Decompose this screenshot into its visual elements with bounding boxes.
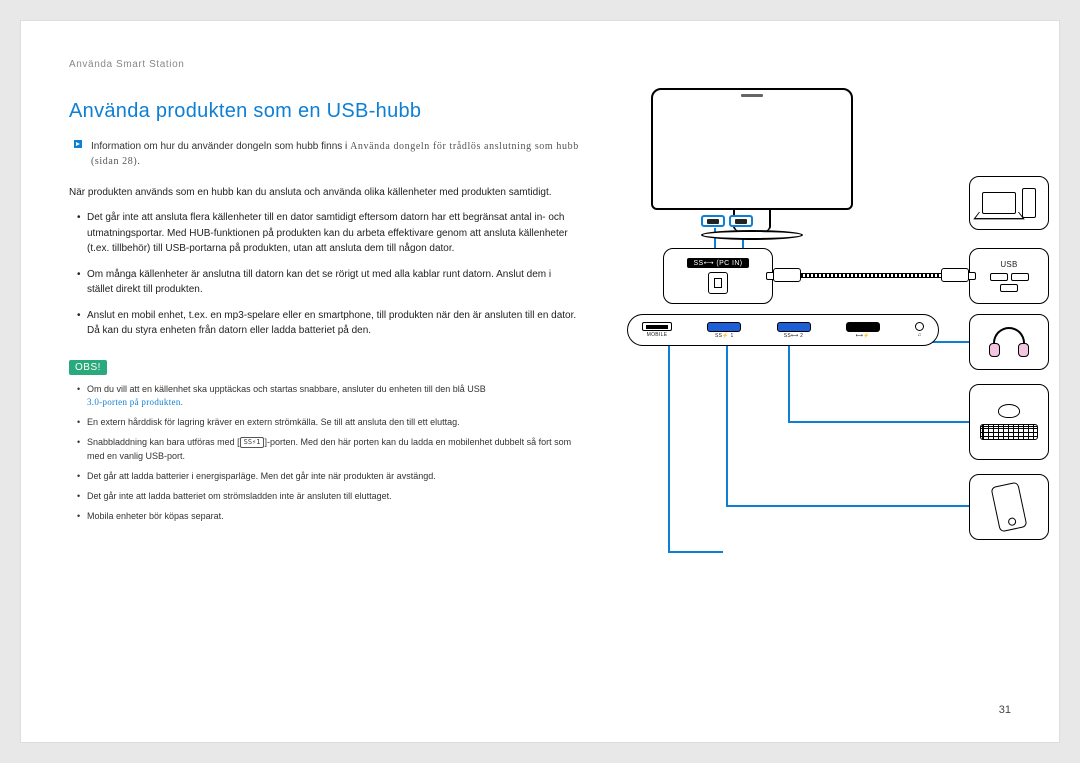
usb-hub-bar: MOBILE SS⚡ 1 SS⟷ 2 ⟷⚡ — [627, 314, 939, 346]
info-callout: Information om hur du använder dongeln s… — [69, 139, 579, 169]
desktop-tower-icon — [1022, 188, 1036, 218]
note-bullet-list: Om du vill att en källenhet ska upptäcka… — [69, 383, 579, 525]
note-item: Mobila enheter bör köpas separat. — [87, 510, 579, 524]
intro-paragraph: När produkten används som en hubb kan du… — [69, 185, 579, 200]
connection-diagram: SS⟷ (PC IN) MOBILE — [603, 100, 1011, 560]
rear-port — [701, 215, 725, 227]
cable-wire — [801, 273, 941, 278]
note-item: Det går inte att ladda batteriet om strö… — [87, 490, 579, 504]
headphones-icon — [989, 327, 1029, 357]
usb-cable-icon — [773, 268, 969, 284]
note-item: En extern hårddisk för lagring kräver en… — [87, 416, 579, 430]
mouse-keyboard-device-box — [969, 384, 1049, 460]
pc-in-port-box: SS⟷ (PC IN) — [663, 248, 773, 304]
laptop-icon — [982, 192, 1016, 214]
note-highlight: 3.0-porten på produkten. — [87, 397, 183, 407]
port-inline-icon: SS⚡1 — [240, 437, 265, 448]
smartphone-device-box — [969, 474, 1049, 540]
info-tail: . — [137, 156, 140, 167]
port-label: ♫ — [917, 332, 921, 338]
pc-in-label: SS⟷ (PC IN) — [687, 258, 748, 268]
computer-usb-port-box: USB — [969, 248, 1049, 304]
port-label: SS⟷ 2 — [784, 333, 804, 339]
smartphone-icon — [991, 482, 1028, 533]
content-wrapper: Använda produkten som en USB-hubb Inform… — [69, 100, 1011, 560]
pc-in-port-icon — [708, 272, 728, 294]
monitor-icon — [651, 88, 853, 210]
hub-port-audio: ♫ — [915, 322, 924, 338]
keyboard-icon — [980, 424, 1038, 440]
monitor-rear-ports — [701, 215, 753, 227]
text-column: Använda produkten som en USB-hubb Inform… — [69, 100, 579, 560]
note-item: Om du vill att en källenhet ska upptäcka… — [87, 383, 579, 411]
note-item: Snabbladdning kan bara utföras med [SS⚡1… — [87, 436, 579, 464]
note-text: Snabbladdning kan bara utföras med [ — [87, 437, 240, 447]
feature-bullet-list: Det går inte att ansluta flera källenhet… — [69, 210, 579, 339]
usb-label: USB — [1000, 260, 1017, 269]
info-text: Information om hur du använder dongeln s… — [91, 139, 579, 169]
bullet-item: Om många källenheter är anslutna till da… — [87, 267, 579, 298]
rear-port — [729, 215, 753, 227]
hub-port-charge: ⟷⚡ — [846, 322, 880, 339]
usb-plug-icon — [773, 268, 801, 282]
note-text: Om du vill att en källenhet ska upptäcka… — [87, 384, 486, 394]
bullet-item: Anslut en mobil enhet, t.ex. en mp3-spel… — [87, 308, 579, 339]
info-icon — [73, 139, 83, 169]
note-item: Det går att ladda batterier i energispar… — [87, 470, 579, 484]
monitor-brand-mark — [741, 94, 763, 97]
breadcrumb: Använda Smart Station — [69, 59, 1011, 70]
monitor-base — [701, 230, 803, 240]
bullet-item: Det går inte att ansluta flera källenhet… — [87, 210, 579, 257]
mouse-icon — [998, 404, 1020, 418]
port-label: MOBILE — [647, 332, 668, 338]
manual-page: Använda Smart Station Använda produkten … — [20, 20, 1060, 743]
usb-port-row — [990, 273, 1029, 281]
hub-port-mobile: MOBILE — [642, 322, 672, 338]
usb-plug-icon — [941, 268, 969, 282]
port-label: SS⚡ 1 — [715, 333, 734, 339]
computer-device-box — [969, 176, 1049, 230]
page-number: 31 — [999, 704, 1011, 716]
hub-port-ss2: SS⟷ 2 — [777, 322, 811, 339]
page-title: Använda produkten som en USB-hubb — [69, 100, 579, 123]
note-badge: OBS! — [69, 360, 107, 375]
info-lead: Information om hur du använder dongeln s… — [91, 141, 350, 152]
port-label: ⟷⚡ — [856, 333, 870, 339]
hub-port-ss1: SS⚡ 1 — [707, 322, 741, 339]
headphones-device-box — [969, 314, 1049, 370]
